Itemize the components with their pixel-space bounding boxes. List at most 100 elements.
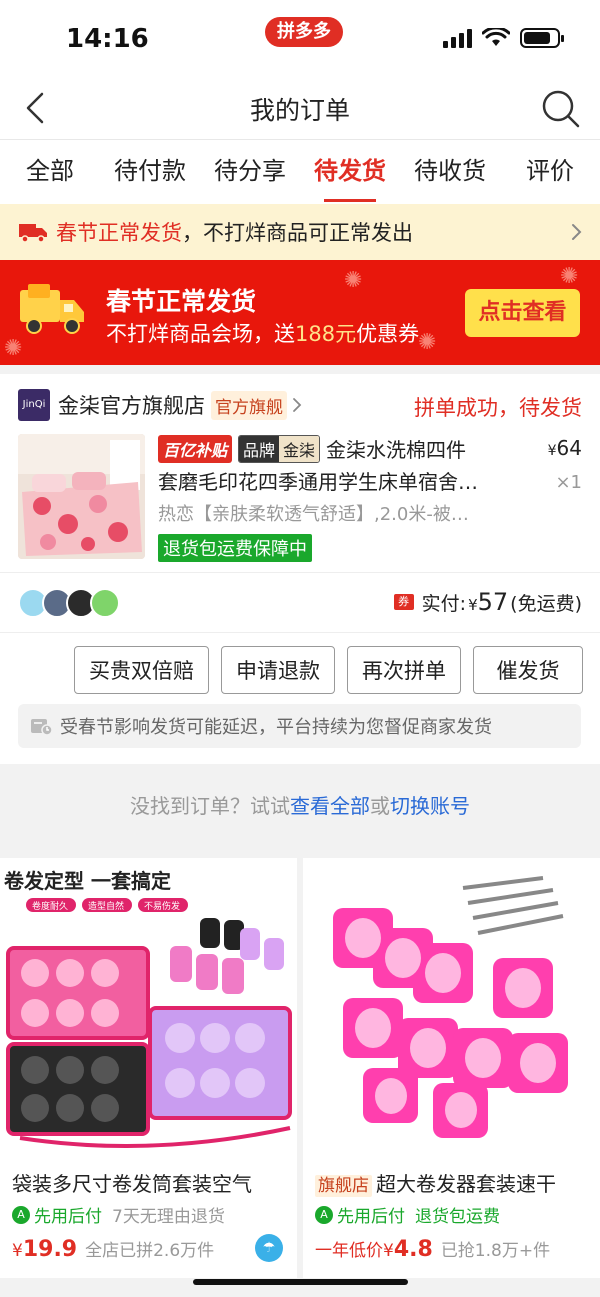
wifi-icon bbox=[482, 28, 510, 46]
battery-icon bbox=[520, 28, 564, 48]
tab-pending-shipment[interactable]: 待发货 bbox=[300, 140, 400, 204]
product-price: 4.8 bbox=[393, 1237, 433, 1262]
return-policy: 7天无理由退货 bbox=[112, 1207, 225, 1227]
page-title: 我的订单 bbox=[249, 96, 350, 125]
nav-bar: 我的订单 bbox=[0, 78, 600, 140]
brand-tag-name: 金柒 bbox=[279, 435, 320, 462]
hint-prefix: 没找到订单？试试 bbox=[130, 794, 290, 818]
currency-symbol: ¥ bbox=[12, 1241, 23, 1261]
paid-label: 实付: bbox=[421, 592, 467, 615]
banner-title: 春节正常发货 bbox=[106, 287, 257, 316]
firework-icon: ✺ bbox=[344, 268, 363, 293]
switch-account-link[interactable]: 切换账号 bbox=[390, 794, 470, 818]
currency-symbol: ¥ bbox=[468, 596, 478, 614]
paid-amount: ¥57 bbox=[468, 588, 508, 616]
product-title: 超大卷发器套装速干 bbox=[376, 1172, 556, 1196]
urge-shipment-button[interactable]: 催发货 bbox=[473, 646, 583, 694]
delivery-truck-icon bbox=[20, 284, 84, 334]
delay-notice-text: 受春节影响发货可能延迟，平台持续为您督促商家发货 bbox=[60, 717, 492, 738]
firework-icon: ✺ bbox=[560, 264, 579, 289]
payment-summary: 券 实付: ¥57 (免运费) bbox=[393, 588, 582, 616]
product-spec: 热恋【亲肤柔软透气舒适】,2.0米-被… bbox=[158, 504, 469, 525]
hint-mid: 或 bbox=[370, 794, 390, 818]
product-title-line1[interactable]: 百亿补贴 品牌 金柒 金柒水洗棉四件 bbox=[158, 434, 518, 463]
brand-tag: 品牌 金柒 bbox=[238, 434, 321, 463]
tab-review[interactable]: 评价 bbox=[500, 140, 600, 204]
status-time: 14:16 bbox=[66, 24, 149, 54]
tab-pending-receipt[interactable]: 待收货 bbox=[400, 140, 500, 204]
bedding-picture bbox=[18, 434, 145, 559]
currency-symbol: ¥ bbox=[547, 443, 557, 459]
coupon-icon: 券 bbox=[393, 594, 414, 610]
group-avatars[interactable] bbox=[18, 588, 120, 618]
banner-subtitle: 不打烊商品会场，送188元优惠券 bbox=[106, 318, 419, 348]
product-meta: A 先用后付 7天无理由退货 bbox=[12, 1202, 225, 1227]
app-badge: 拼多多 bbox=[265, 17, 343, 47]
image-chip: 卷度耐久 bbox=[32, 900, 68, 912]
view-promo-button[interactable]: 点击查看 bbox=[465, 289, 580, 337]
tab-pending-share[interactable]: 待分享 bbox=[200, 140, 300, 204]
promo-banner[interactable]: ✺ ✺ ✺ ✺ 春节正常发货 不打烊商品会场，送188元优惠券 点击查看 bbox=[0, 260, 600, 365]
notice-body: ，不打烊商品可正常发出 bbox=[182, 221, 413, 245]
home-indicator[interactable] bbox=[193, 1279, 408, 1285]
product-title-row[interactable]: 旗舰店 超大卷发器套装速干 bbox=[315, 1168, 592, 1197]
product-price-row: 一年低价 ¥ 4.8 已抢1.8万+件 bbox=[315, 1236, 550, 1262]
order-card: JinQi 金柒官方旗舰店 官方旗舰 拼单成功，待发货 百亿补贴 品牌 金柒 金柒… bbox=[0, 374, 600, 764]
subsidy-tag: 百亿补贴 bbox=[158, 434, 233, 463]
product-price-row: ¥ 19.9 全店已拼2.6万件 bbox=[12, 1236, 214, 1262]
product-title[interactable]: 袋装多尺寸卷发筒套装空气 bbox=[12, 1168, 289, 1197]
banner-sub-amount: 188元 bbox=[295, 322, 357, 346]
search-icon[interactable] bbox=[538, 86, 582, 130]
recommended-product-card[interactable]: 旗舰店 超大卷发器套装速干 A 先用后付 退货包运费 一年低价 ¥ 4.8 已抢1… bbox=[303, 858, 600, 1278]
umbrella-icon[interactable]: ☂ bbox=[255, 1234, 283, 1262]
banner-sub-suffix: 优惠券 bbox=[356, 322, 420, 346]
hair-roller-kit-picture: 卷发定型 一套搞定 卷度耐久 造型自然 不易伤发 bbox=[0, 858, 297, 1158]
divider bbox=[0, 572, 600, 573]
order-status: 拼单成功，待发货 bbox=[414, 396, 582, 420]
view-all-link[interactable]: 查看全部 bbox=[290, 794, 370, 818]
tab-all[interactable]: 全部 bbox=[0, 140, 100, 204]
product-title: 金柒水洗棉四件 bbox=[326, 438, 467, 462]
currency-symbol: ¥ bbox=[383, 1241, 394, 1261]
product-image[interactable]: 卷发定型 一套搞定 卷度耐久 造型自然 不易伤发 bbox=[0, 858, 297, 1158]
shop-row[interactable]: JinQi 金柒官方旗舰店 官方旗舰 拼单成功，待发货 bbox=[18, 388, 582, 422]
recommended-product-card[interactable]: 卷发定型 一套搞定 卷度耐久 造型自然 不易伤发 袋装多尺寸卷发筒套装空气 A … bbox=[0, 858, 297, 1278]
unit-price: ¥64 bbox=[548, 436, 582, 460]
truck-icon bbox=[19, 224, 47, 243]
order-not-found-hint: 没找到订单？试试查看全部或切换账号 bbox=[0, 790, 600, 819]
notice-text: 春节正常发货，不打烊商品可正常发出 bbox=[56, 217, 566, 247]
divider bbox=[0, 632, 600, 633]
low-price-label: 一年低价 bbox=[315, 1241, 383, 1261]
notice-highlight: 春节正常发货 bbox=[56, 221, 182, 245]
image-chip: 造型自然 bbox=[88, 900, 124, 912]
chevron-right-icon bbox=[572, 224, 582, 240]
shipping-notice-bar[interactable]: 春节正常发货，不打烊商品可正常发出 bbox=[0, 204, 600, 260]
image-banner-text: 卷发定型 一套搞定 bbox=[4, 869, 171, 893]
price-value: 64 bbox=[556, 436, 582, 460]
tab-pending-payment[interactable]: 待付款 bbox=[100, 140, 200, 204]
brand-tag-label: 品牌 bbox=[239, 435, 280, 462]
paid-value: 57 bbox=[477, 588, 509, 616]
reorder-button[interactable]: 再次拼单 bbox=[347, 646, 461, 694]
sales-count: 全店已拼2.6万件 bbox=[85, 1241, 215, 1261]
order-actions: 买贵双倍赔 申请退款 再次拼单 催发货 bbox=[74, 646, 583, 694]
product-meta: A 先用后付 退货包运费 bbox=[315, 1202, 500, 1227]
delivery-box-icon bbox=[31, 719, 52, 736]
shipping-fee: (免运费) bbox=[510, 592, 582, 615]
double-refund-button[interactable]: 买贵双倍赔 bbox=[74, 646, 209, 694]
return-shipping-guarantee-badge[interactable]: 退货包运费保障中 bbox=[158, 534, 312, 562]
quantity: ×1 bbox=[555, 472, 582, 493]
shop-name[interactable]: 金柒官方旗舰店 bbox=[58, 390, 205, 420]
delay-notice: 受春节影响发货可能延迟，平台持续为您督促商家发货 bbox=[18, 704, 581, 748]
pay-later-label: 先用后付 bbox=[34, 1207, 102, 1227]
product-image[interactable] bbox=[303, 858, 600, 1158]
product-image[interactable] bbox=[18, 434, 145, 559]
firework-icon: ✺ bbox=[418, 330, 437, 355]
status-bar: 14:16 拼多多 bbox=[0, 0, 600, 78]
signal-icon bbox=[443, 28, 472, 48]
banner-sub-prefix: 不打烊商品会场，送 bbox=[106, 322, 295, 346]
product-title-line2[interactable]: 套磨毛印花四季通用学生床单宿舍… bbox=[158, 466, 518, 495]
request-refund-button[interactable]: 申请退款 bbox=[221, 646, 335, 694]
image-chip: 不易伤发 bbox=[144, 900, 180, 912]
pay-later-label: 先用后付 bbox=[337, 1207, 405, 1227]
